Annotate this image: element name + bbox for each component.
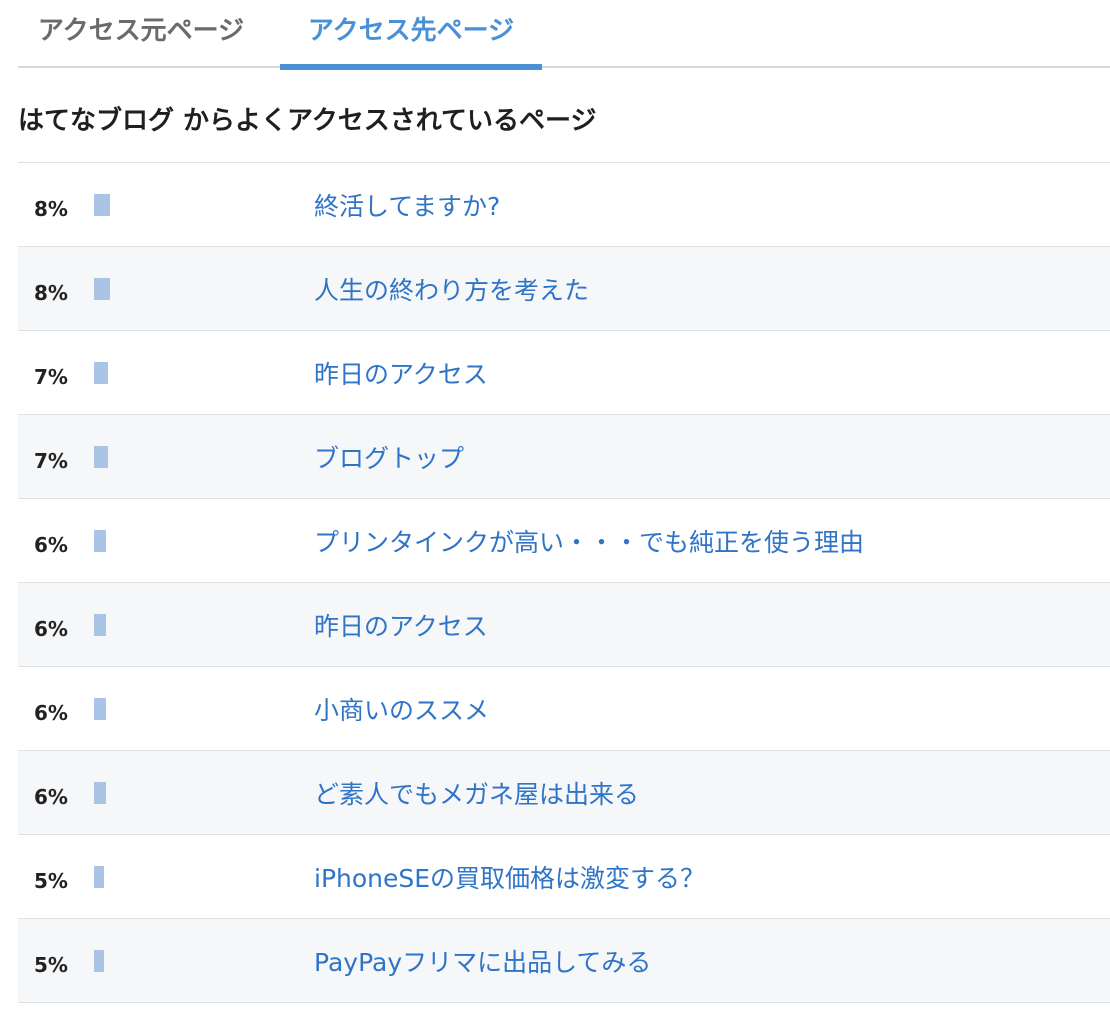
percent-bar-track [94,530,294,552]
page-link[interactable]: iPhoneSEの買取価格は激変する？ [314,835,705,918]
percent-bar-track [94,614,294,636]
percent-label: 8% [34,197,68,221]
page-link[interactable]: プリンタインクが高い・・・でも純正を使う理由 [314,499,864,582]
percent-label: 8% [34,281,68,305]
tab-bar: アクセス元ページ アクセス先ページ [18,0,1110,70]
percent-bar-track [94,950,294,972]
list-item: 6% ど素人でもメガネ屋は出来る [18,751,1110,835]
percent-bar [94,194,110,216]
page-link[interactable]: 小商いのススメ [314,667,489,750]
percent-bar-track [94,446,294,468]
percent-bar-track [94,782,294,804]
percent-label: 7% [34,449,68,473]
percent-bar-track [94,194,294,216]
list-item: 5% iPhoneSEの買取価格は激変する？ [18,835,1110,919]
page-link[interactable]: ど素人でもメガネ屋は出来る [314,751,639,834]
page-link[interactable]: 昨日のアクセス [314,331,488,414]
page-link[interactable]: 昨日のアクセス [314,583,488,666]
list-item: 8% 人生の終わり方を考えた [18,247,1110,331]
list-item: 6% 昨日のアクセス [18,583,1110,667]
tab-referrer-pages-label: アクセス元ページ [37,16,245,46]
percent-label: 6% [34,701,68,725]
percent-bar [94,698,106,720]
percent-label: 6% [34,785,68,809]
list-item: 8% 終活してますか? [18,163,1110,247]
list-item: 5% PayPayフリマに出品してみる [18,919,1110,1003]
tab-destination-pages[interactable]: アクセス先ページ [280,0,542,70]
section-heading: はてなブログ からよくアクセスされているページ [18,106,597,136]
percent-bar [94,782,106,804]
list-item: 7% 昨日のアクセス [18,331,1110,415]
page-list: 8% 終活してますか? 8% 人生の終わり方を考えた 7% 昨日のアクセス 7%… [18,162,1110,1003]
tab-referrer-pages[interactable]: アクセス元ページ [26,0,256,68]
active-tab-indicator [280,64,542,70]
page-link[interactable]: PayPayフリマに出品してみる [314,919,651,1002]
list-item: 7% ブログトップ [18,415,1110,499]
percent-label: 6% [34,617,68,641]
percent-label: 5% [34,953,68,977]
percent-label: 5% [34,869,68,893]
percent-bar-track [94,278,294,300]
percent-bar [94,866,104,888]
page-link[interactable]: 終活してますか? [314,163,500,246]
percent-bar-track [94,362,294,384]
tab-destination-pages-label: アクセス先ページ [307,16,515,46]
percent-bar [94,530,106,552]
percent-bar [94,950,104,972]
percent-label: 7% [34,365,68,389]
page-link[interactable]: ブログトップ [314,415,464,498]
percent-bar-track [94,866,294,888]
percent-bar [94,278,110,300]
percent-bar [94,446,108,468]
list-item: 6% プリンタインクが高い・・・でも純正を使う理由 [18,499,1110,583]
list-item: 6% 小商いのススメ [18,667,1110,751]
percent-bar [94,614,106,636]
page-link[interactable]: 人生の終わり方を考えた [314,247,589,330]
percent-bar [94,362,108,384]
percent-bar-track [94,698,294,720]
percent-label: 6% [34,533,68,557]
